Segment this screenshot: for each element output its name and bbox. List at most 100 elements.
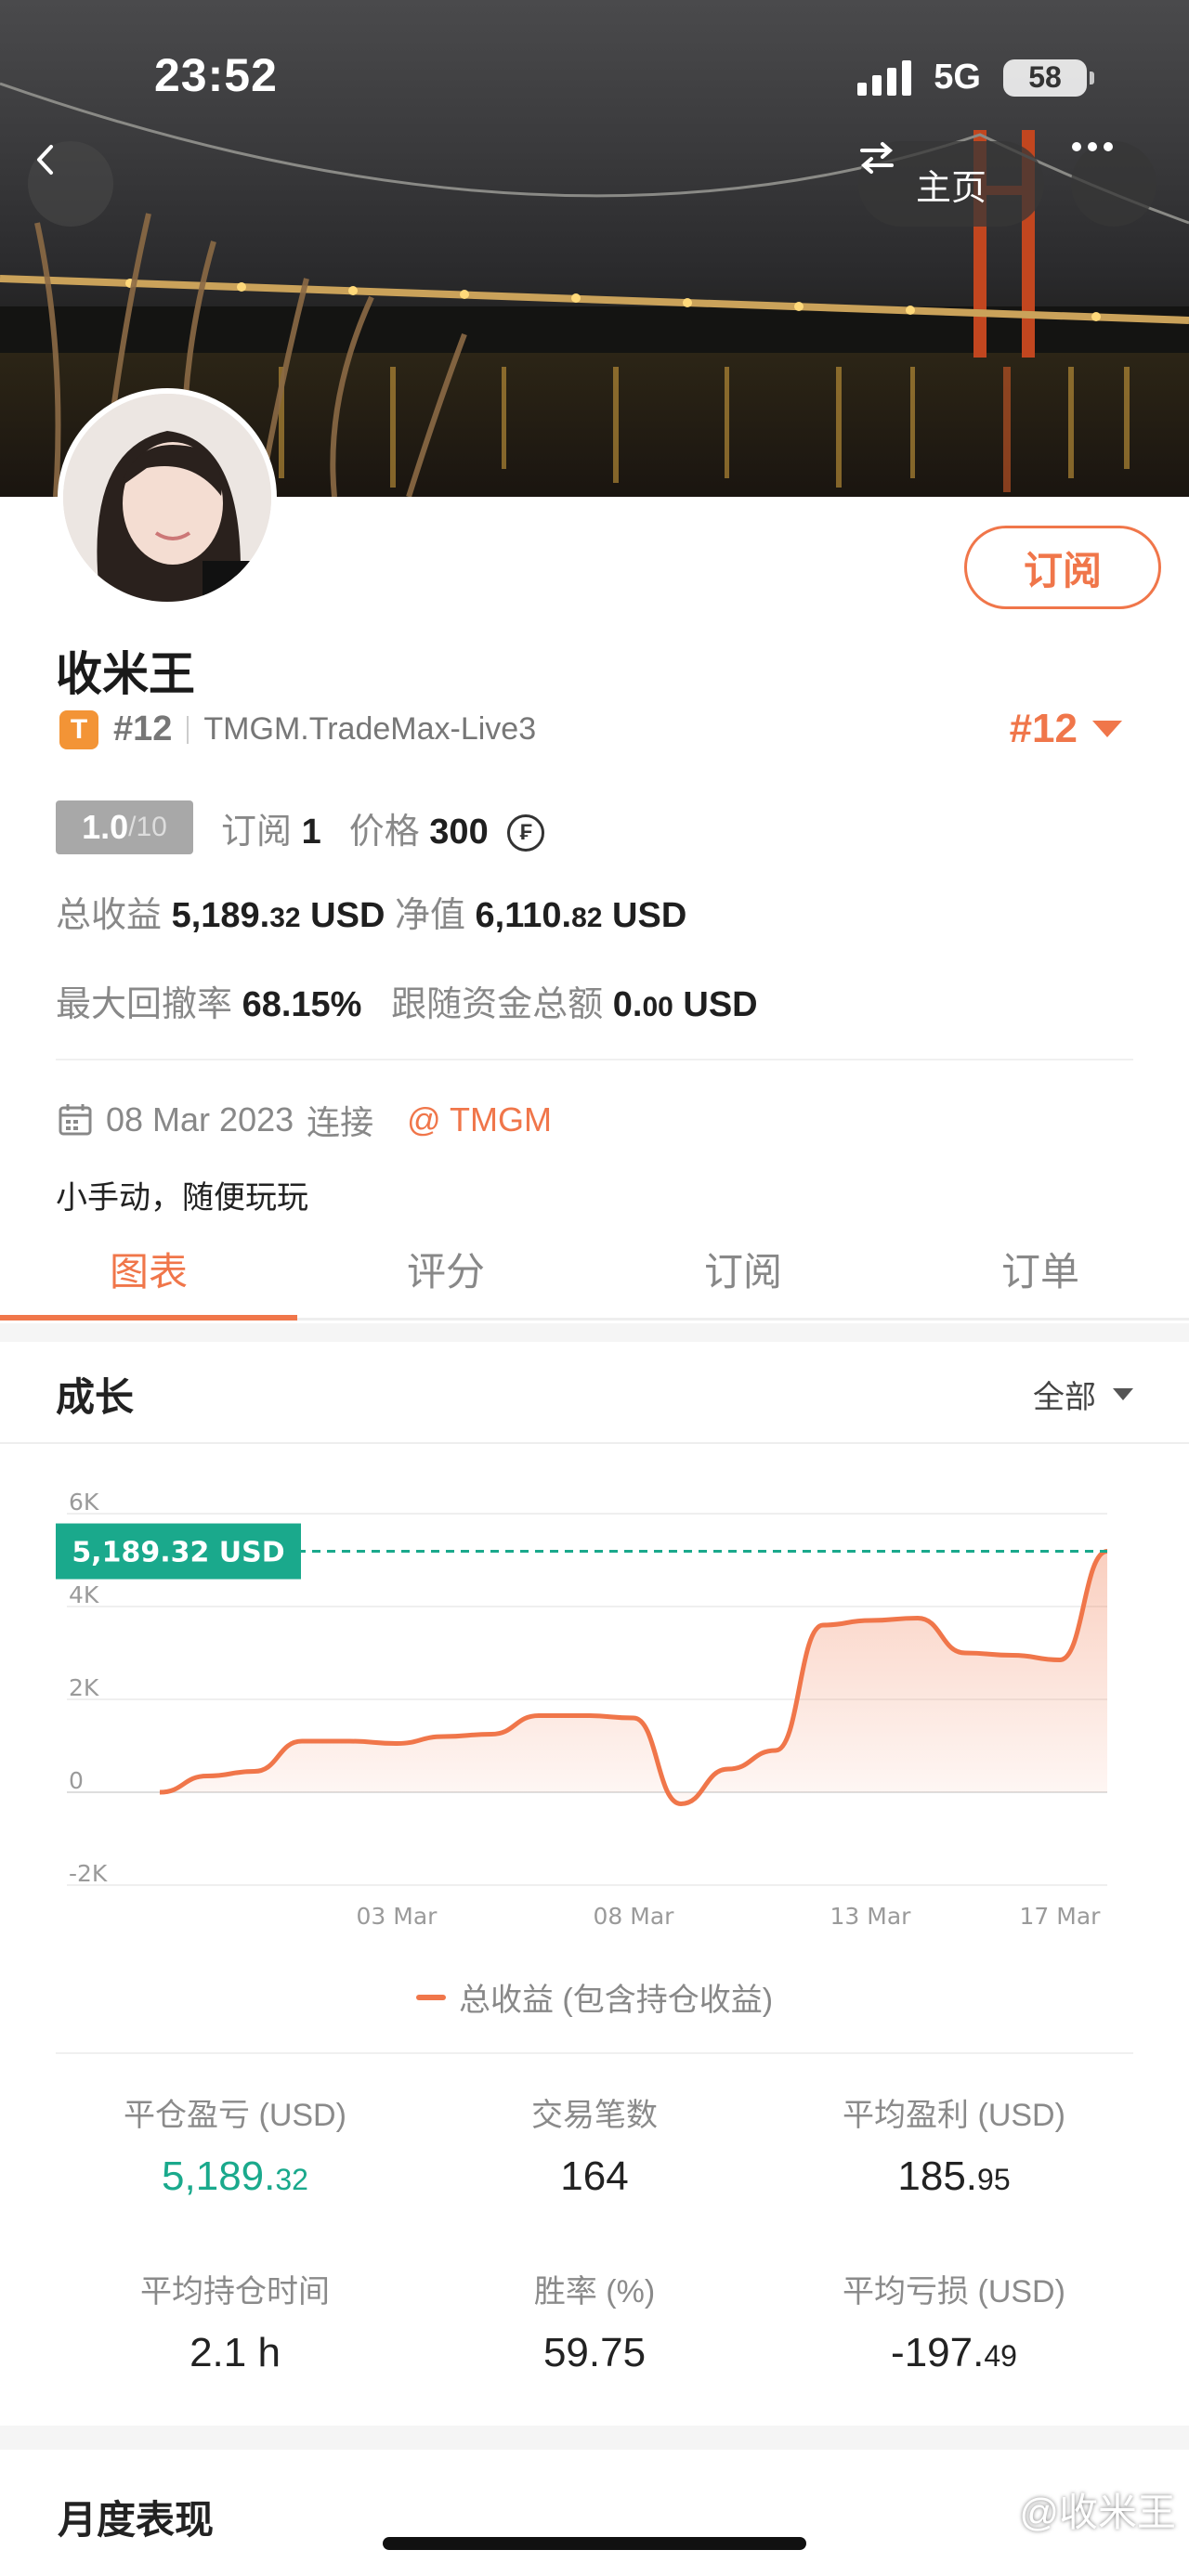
stat-win-rate: 胜率 (%) 59.75 (397, 2266, 792, 2376)
bio: 小手动，随便玩玩 (56, 1180, 308, 1216)
section-gap (0, 2426, 1189, 2450)
battery-icon: 58 (1003, 59, 1094, 97)
divider (56, 1059, 1133, 1060)
stat-avg-profit: 平均盈利 (USD) 185.95 (756, 2089, 1152, 2200)
rank-small: #12 (113, 709, 173, 748)
join-date: 08 Mar 2023 (106, 1100, 294, 1138)
tab-ratings[interactable]: 评分 (297, 1235, 594, 1318)
y-tick-label: 2K (69, 1674, 99, 1701)
price-value: 300 (429, 812, 489, 852)
stat-label: 平仓盈亏 (USD) (124, 2098, 346, 2133)
calendar-icon (59, 1104, 92, 1136)
account-meta: T #12 TMGM.TradeMax-Live3 (59, 709, 536, 749)
monthly-performance-title: 月度表现 (58, 2498, 215, 2542)
equity-value: 6,110.82 USD (475, 896, 687, 935)
broker-link[interactable]: @ TMGM (407, 1100, 552, 1139)
y-tick-label: 4K (69, 1581, 99, 1608)
coin-icon: ₣ (507, 814, 545, 852)
growth-title: 成长 (56, 1375, 135, 1419)
total-profit-value: 5,189.32 USD (171, 896, 385, 935)
home-button[interactable]: 主页 (858, 141, 1044, 227)
subscriptions-value: 1 (301, 812, 321, 852)
growth-chart: 6K 4K 2K 0 -2K 03 Mar 08 Mar 13 Mar 17 Mar 5,189.… (0, 1449, 1189, 1969)
subscriptions-stat: 订阅 1 (221, 802, 321, 853)
rank-big-label: #12 (1009, 706, 1078, 751)
price-label: 价格 (348, 812, 420, 852)
more-dots-icon (1072, 142, 1113, 151)
stat-closed-pnl: 平仓盈亏 (USD) 5,189.32 (37, 2089, 433, 2200)
stat-value: -197.49 (891, 2330, 1017, 2375)
stat-avg-loss: 平均亏损 (USD) -197.49 (756, 2266, 1152, 2376)
subscriptions-label: 订阅 (221, 812, 293, 852)
section-gap (0, 1323, 1189, 1342)
tab-subscriptions[interactable]: 订阅 (594, 1235, 892, 1318)
equity-label: 净值 (394, 896, 465, 935)
swap-icon (860, 142, 894, 174)
range-filter-label: 全部 (1033, 1380, 1096, 1415)
tab-chart[interactable]: 图表 (0, 1235, 297, 1321)
drawdown-value: 68.15% (242, 985, 362, 1024)
username: 收米王 (56, 648, 195, 700)
signal-icon (857, 59, 912, 96)
status-bar-right: 5G 58 (857, 58, 1094, 98)
rank-dropdown[interactable]: #12 (1010, 706, 1122, 752)
rating-total: /10 (128, 812, 167, 842)
drawdown-label: 最大回撤率 (56, 985, 233, 1024)
stat-value: 164 (560, 2153, 629, 2199)
x-tick-label: 08 Mar (594, 1903, 675, 1930)
divider (187, 715, 189, 744)
caret-down-icon (1092, 721, 1122, 737)
price-stat: 价格 300 ₣ (349, 802, 545, 853)
y-tick-label: 0 (69, 1767, 84, 1794)
legend-label: 总收益 (包含持仓收益) (458, 1983, 774, 2018)
x-tick-label: 13 Mar (830, 1903, 912, 1930)
stat-value: 185.95 (897, 2153, 1011, 2199)
follow-funds-label: 跟随资金总额 (391, 985, 604, 1024)
rating-value: 1.0 (82, 808, 129, 846)
rating-row: 1.0/10 订阅 1 价格 300 ₣ (56, 800, 545, 854)
avatar-image (63, 394, 271, 602)
stat-label: 交易笔数 (531, 2098, 658, 2133)
growth-header: 成长 全部 (0, 1342, 1189, 1444)
stats-grid: 平仓盈亏 (USD) 5,189.32 交易笔数 164 平均盈利 (USD) … (0, 2089, 1189, 2396)
status-time: 23:52 (154, 49, 278, 101)
profit-equity-row: 总收益 5,189.32 USD 净值 6,110.82 USD (56, 886, 686, 937)
follow-funds-value: 0.00 USD (612, 985, 758, 1024)
range-filter-dropdown[interactable]: 全部 (1033, 1372, 1133, 1417)
more-button[interactable] (1071, 141, 1156, 227)
x-tick-label: 17 Mar (1020, 1903, 1102, 1930)
chevron-left-icon (37, 145, 53, 175)
home-button-label: 主页 (915, 168, 986, 208)
back-button[interactable] (28, 141, 113, 227)
drawdown-follow-row: 最大回撤率 68.15% 跟随资金总额 0.00 USD (56, 975, 758, 1026)
join-label: 连接 (307, 1103, 374, 1141)
subscribe-button[interactable]: 订阅 (964, 526, 1161, 609)
chart-legend: 总收益 (包含持仓收益) (0, 1974, 1189, 2020)
watermark: @收米王 (1019, 2491, 1176, 2534)
y-tick-label: -2K (69, 1860, 108, 1887)
stat-label: 平均盈利 (USD) (843, 2098, 1065, 2133)
x-tick-label: 03 Mar (357, 1903, 438, 1930)
network-type: 5G (934, 58, 981, 97)
tab-orders[interactable]: 订单 (892, 1235, 1189, 1318)
y-tick-label: 6K (69, 1489, 99, 1516)
stat-label: 胜率 (%) (533, 2274, 656, 2309)
legend-swatch (415, 1994, 446, 2000)
divider (56, 2052, 1133, 2054)
join-info: 08 Mar 2023 连接 @ TMGM (58, 1096, 552, 1144)
trader-badge-icon: T (59, 709, 98, 749)
current-value-label: 5,189.32 USD (72, 1537, 284, 1569)
stat-value: 2.1 h (189, 2330, 281, 2375)
stat-value: 59.75 (542, 2330, 647, 2375)
stat-value: 5,189.32 (162, 2153, 308, 2199)
home-indicator (383, 2537, 806, 2550)
server-name: TMGM.TradeMax-Live3 (203, 711, 537, 747)
rating-badge: 1.0/10 (56, 800, 193, 854)
growth-chart-svg: 6K 4K 2K 0 -2K 03 Mar 08 Mar 13 Mar 17 Mar 5,189.… (56, 1489, 1108, 1930)
stat-label: 平均持仓时间 (140, 2274, 330, 2309)
area-fill (160, 1551, 1107, 1804)
caret-down-icon (1113, 1388, 1133, 1400)
stat-trade-count: 交易笔数 164 (397, 2089, 792, 2200)
tab-bar: 图表 评分 订阅 订单 (0, 1235, 1189, 1321)
avatar[interactable] (58, 388, 277, 607)
